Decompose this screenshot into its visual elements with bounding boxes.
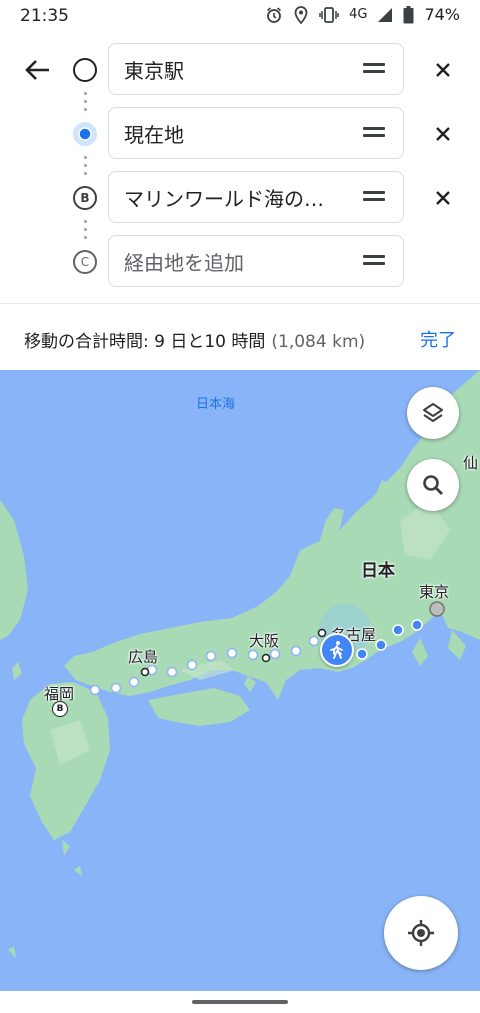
layers-icon bbox=[423, 403, 443, 422]
route-summary: 移動の合計時間: 9 日と10 時間 (1,084 km) 完了 bbox=[0, 304, 480, 370]
destination-field[interactable]: マリンワールド海の… bbox=[108, 171, 404, 223]
search-icon bbox=[423, 475, 443, 495]
add-stop-c-marker: C bbox=[72, 249, 98, 275]
my-location-icon bbox=[408, 920, 434, 946]
walking-person-icon[interactable] bbox=[320, 633, 354, 667]
add-stop-field[interactable]: 経由地を追加 bbox=[108, 235, 404, 287]
origin-circle-icon bbox=[72, 57, 98, 83]
status-icons: 4G 74% bbox=[265, 5, 460, 24]
destination-label: マリンワールド海の… bbox=[124, 186, 324, 211]
current-location-icon bbox=[72, 121, 98, 147]
route-stop-add: C 経由地を追加 bbox=[0, 235, 480, 289]
route-stop-origin: 東京駅 bbox=[0, 43, 480, 97]
total-time-label: 移動の合計時間: 9 日と10 時間 bbox=[24, 332, 266, 352]
close-icon bbox=[436, 191, 450, 205]
alarm-icon bbox=[265, 6, 283, 24]
battery-percent: 74% bbox=[424, 5, 460, 24]
drag-handle-icon[interactable] bbox=[363, 63, 385, 75]
map-label-tokyo[interactable]: 東京 bbox=[419, 581, 449, 602]
route-stop-current: 現在地 bbox=[0, 107, 480, 161]
route-stop-destination: B マリンワールド海の… bbox=[0, 171, 480, 225]
done-button[interactable]: 完了 bbox=[420, 326, 456, 352]
vibrate-icon bbox=[319, 6, 339, 24]
location-icon bbox=[293, 5, 309, 24]
home-gesture-pill[interactable] bbox=[192, 1000, 288, 1004]
map-label-japan: 日本 bbox=[361, 561, 395, 581]
network-type: 4G bbox=[349, 7, 368, 22]
drag-handle-icon[interactable] bbox=[363, 255, 385, 267]
origin-field[interactable]: 東京駅 bbox=[108, 43, 404, 95]
signal-icon bbox=[377, 7, 393, 23]
layers-button[interactable] bbox=[407, 387, 459, 439]
remove-stop-button[interactable] bbox=[430, 57, 456, 83]
map-label-sendai[interactable]: 仙 bbox=[463, 452, 478, 473]
close-icon bbox=[436, 63, 450, 77]
destination-b-map-marker[interactable]: B bbox=[52, 701, 68, 717]
current-location-label: 現在地 bbox=[124, 122, 184, 147]
status-bar: 21:35 4G 74% bbox=[0, 0, 480, 34]
my-location-button[interactable] bbox=[384, 896, 458, 970]
destination-b-marker: B bbox=[72, 185, 98, 211]
drag-handle-icon[interactable] bbox=[363, 191, 385, 203]
origin-label: 東京駅 bbox=[124, 58, 184, 83]
search-button[interactable] bbox=[407, 459, 459, 511]
total-time: 移動の合計時間: 9 日と10 時間 (1,084 km) bbox=[24, 327, 365, 352]
drag-handle-icon[interactable] bbox=[363, 127, 385, 139]
battery-icon bbox=[403, 5, 414, 24]
status-time: 21:35 bbox=[20, 6, 69, 26]
map-label-sea-of-japan: 日本海 bbox=[196, 397, 236, 412]
remove-stop-button[interactable] bbox=[430, 121, 456, 147]
remove-stop-button[interactable] bbox=[430, 185, 456, 211]
map-label-osaka[interactable]: 大阪 bbox=[249, 630, 279, 651]
total-distance: (1,084 km) bbox=[271, 332, 366, 352]
current-location-field[interactable]: 現在地 bbox=[108, 107, 404, 159]
system-nav-bar bbox=[0, 991, 480, 1013]
map-view[interactable]: 日本海 日本 東京 名古屋 大阪 広島 福岡 仙 B bbox=[0, 370, 480, 991]
close-icon bbox=[436, 127, 450, 141]
map-label-hiroshima[interactable]: 広島 bbox=[128, 646, 158, 667]
add-stop-placeholder: 経由地を追加 bbox=[124, 250, 244, 275]
route-panel: 東京駅 現在地 B マリンワールド海の… C 経由地を追加 bbox=[0, 34, 480, 304]
